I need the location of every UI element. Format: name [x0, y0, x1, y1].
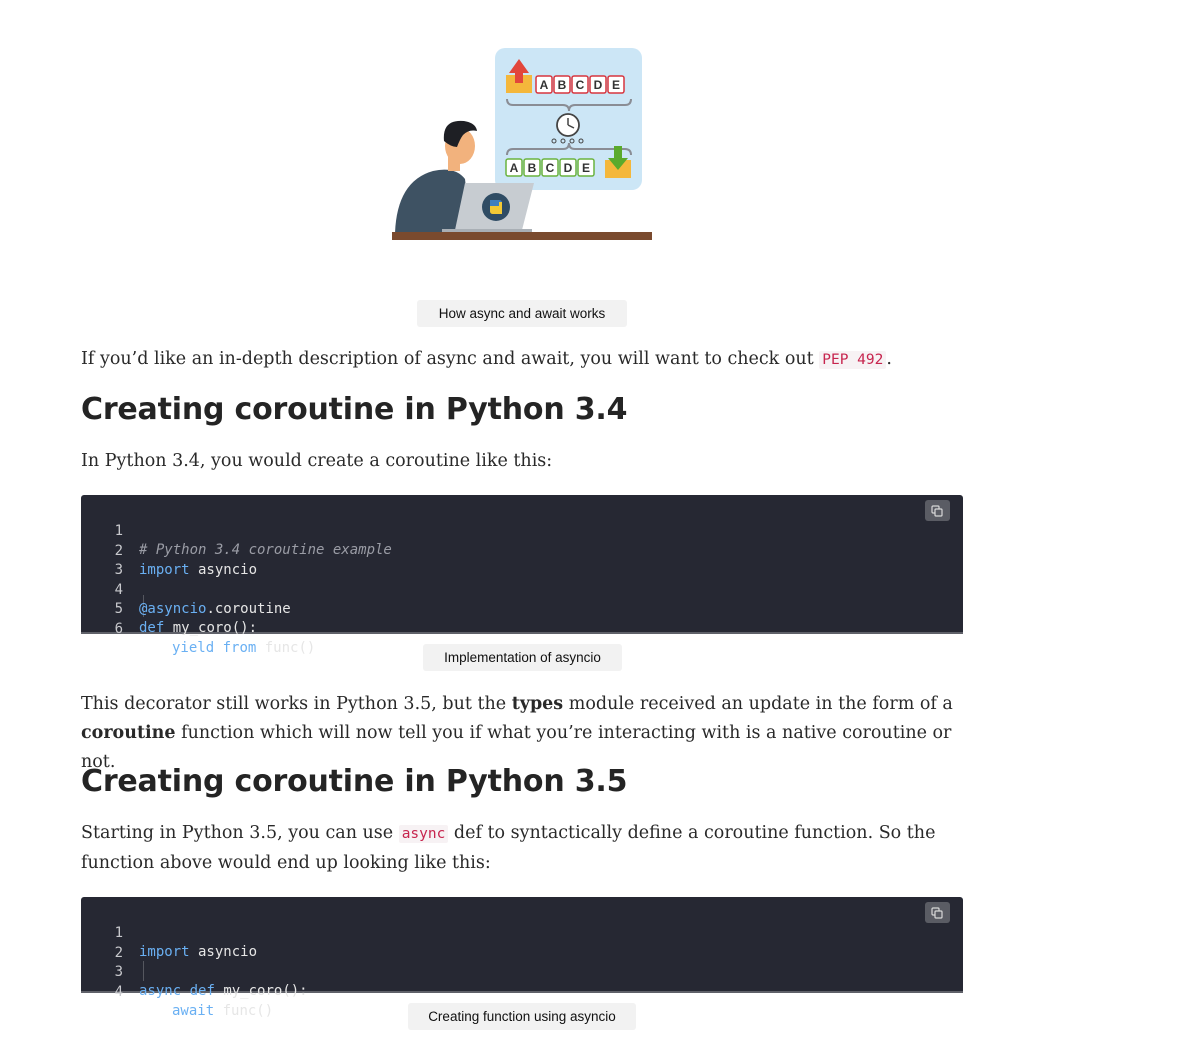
intro-paragraph: If you’d like an in-depth description of… [81, 345, 961, 375]
bottom-letter-row: A B C D E [505, 158, 595, 177]
letter-box-label: C [546, 161, 555, 175]
section34-intro: In Python 3.4, you would create a corout… [81, 451, 553, 471]
keyword-async: async [139, 983, 182, 1000]
heading-python-34: Creating coroutine in Python 3.4 [81, 392, 628, 427]
copy-button[interactable] [925, 500, 950, 521]
letter-box-label: D [594, 78, 603, 92]
code-text: .coroutine [206, 601, 291, 618]
code-text: my_coro(): [214, 983, 308, 1000]
letter-box-label: A [510, 161, 519, 175]
section35-intro-text: Starting in Python 3.5, you can use [81, 823, 399, 843]
line-number: 6 [114, 620, 123, 637]
code-line: 3 [81, 541, 123, 578]
letter-box-label: B [558, 78, 567, 92]
line-number: 4 [114, 983, 123, 1000]
intro-text: If you’d like an in-depth description of… [81, 349, 820, 369]
letter-box-label: D [564, 161, 573, 175]
code-caption-python34: Implementation of asyncio [423, 644, 622, 671]
code-line: 1 # Python 3.4 coroutine example [81, 502, 392, 559]
copy-button[interactable] [925, 902, 950, 923]
code-line: 1 import asyncio [81, 904, 257, 961]
section35-intro: Starting in Python 3.5, you can use asyn… [81, 819, 961, 878]
keyword-await: await [172, 1003, 215, 1020]
developer-illustration-icon: A B C D E A B C D E [392, 48, 652, 240]
intro-period: . [886, 349, 892, 369]
top-letter-row: A B C D E [535, 75, 625, 94]
letter-box-label: A [540, 78, 549, 92]
indent-guide [143, 961, 144, 981]
figure-caption: How async and await works [417, 300, 627, 327]
types-module: types [511, 694, 564, 714]
letter-box-label: C [576, 78, 585, 92]
code-block-python34: 1 # Python 3.4 coroutine example 2 impor… [81, 495, 963, 657]
code-text: func() [214, 1003, 274, 1020]
code-line: 2 [81, 924, 123, 961]
code-line: 5 def my_coro(): [81, 580, 257, 637]
code-text: asyncio [189, 944, 258, 961]
keyword-def: def [139, 620, 165, 637]
letter-box-label: E [582, 161, 590, 175]
code-line: 4 @asyncio.coroutine [81, 561, 291, 618]
heading-python-35: Creating coroutine in Python 3.5 [81, 764, 628, 799]
code-line: 4 await func() [81, 963, 274, 1020]
code-line: 6 yield from func() [81, 600, 316, 657]
code-line: 2 import asyncio [81, 522, 257, 579]
code-text: asyncio [189, 562, 258, 579]
illustration: A B C D E A B C D E [390, 45, 655, 245]
coroutine-function: coroutine [81, 723, 176, 743]
explanation-text: module received an update in the form of… [563, 694, 953, 714]
copy-icon [931, 907, 943, 919]
code-comment: # Python 3.4 coroutine example [139, 542, 392, 559]
keyword-import: import [139, 562, 190, 579]
keyword-from: from [222, 640, 257, 657]
code-block-python35: 1 import asyncio 2 3 async def my_coro()… [81, 897, 963, 1020]
explanation-text: This decorator still works in Python 3.5… [81, 694, 512, 714]
keyword-import: import [139, 944, 190, 961]
letter-box-label: E [612, 78, 620, 92]
code-text: my_coro(): [164, 620, 258, 637]
code-line: 3 async def my_coro(): [81, 943, 308, 1000]
async-inline-code: async [398, 825, 449, 843]
code-caption-python35: Creating function using asyncio [408, 1003, 636, 1030]
code-text: func() [256, 640, 316, 657]
decorator: @asyncio [139, 601, 207, 618]
keyword-def: def [189, 983, 215, 1000]
copy-icon [931, 505, 943, 517]
pep-492-link[interactable]: PEP 492 [819, 351, 887, 369]
keyword-yield: yield [172, 640, 215, 657]
letter-box-label: B [528, 161, 537, 175]
